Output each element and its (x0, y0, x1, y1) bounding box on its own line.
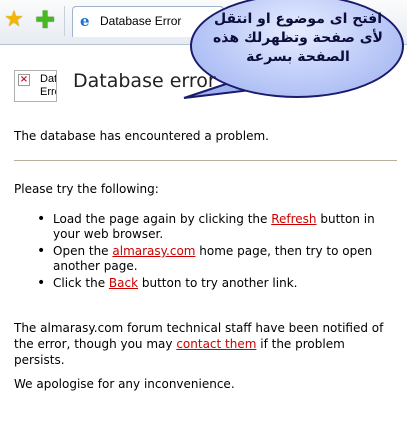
home-link[interactable]: almarasy.com (112, 244, 195, 258)
back-link[interactable]: Back (109, 276, 138, 290)
notice-paragraph: The almarasy.com forum technical staff h… (14, 320, 399, 368)
item-text: button to try another link. (138, 276, 298, 290)
item-text: Load the page again by clicking the (53, 212, 272, 226)
broken-image-icon: × (18, 74, 30, 86)
broken-image: × Database Error (14, 70, 57, 102)
callout-text: افتح اى موضوع او انتقل لأى صفحة وتظهرلك … (198, 10, 398, 67)
star-icon[interactable]: ★ (2, 8, 26, 32)
ie-page-icon: e (80, 12, 90, 30)
divider (14, 160, 397, 161)
callout-line: افتح اى موضوع او انتقل (213, 11, 383, 27)
callout-line: الصفحة بسرعة (246, 49, 350, 65)
page-title: Database error (73, 70, 216, 92)
list-item: Load the page again by clicking the Refr… (37, 212, 397, 242)
contact-link[interactable]: contact them (176, 337, 256, 351)
callout-line: لأى صفحة وتظهرلك هذه (213, 30, 383, 46)
broken-image-alt: Database Error (40, 73, 56, 98)
suggestion-list: Load the page again by clicking the Refr… (14, 212, 397, 291)
item-text: Open the (53, 244, 113, 258)
tab-title: Database Error (100, 14, 182, 28)
apology-text: We apologise for any inconvenience. (14, 377, 235, 391)
add-favorite-icon[interactable]: ✚ (33, 8, 57, 32)
error-message: The database has encountered a problem. (14, 129, 269, 143)
refresh-link[interactable]: Refresh (271, 212, 316, 226)
item-text: Click the (53, 276, 109, 290)
toolbar-separator (64, 6, 65, 36)
list-item: Click the Back button to try another lin… (37, 276, 397, 291)
list-item: Open the almarasy.com home page, then tr… (37, 244, 397, 274)
try-heading: Please try the following: (14, 182, 159, 196)
